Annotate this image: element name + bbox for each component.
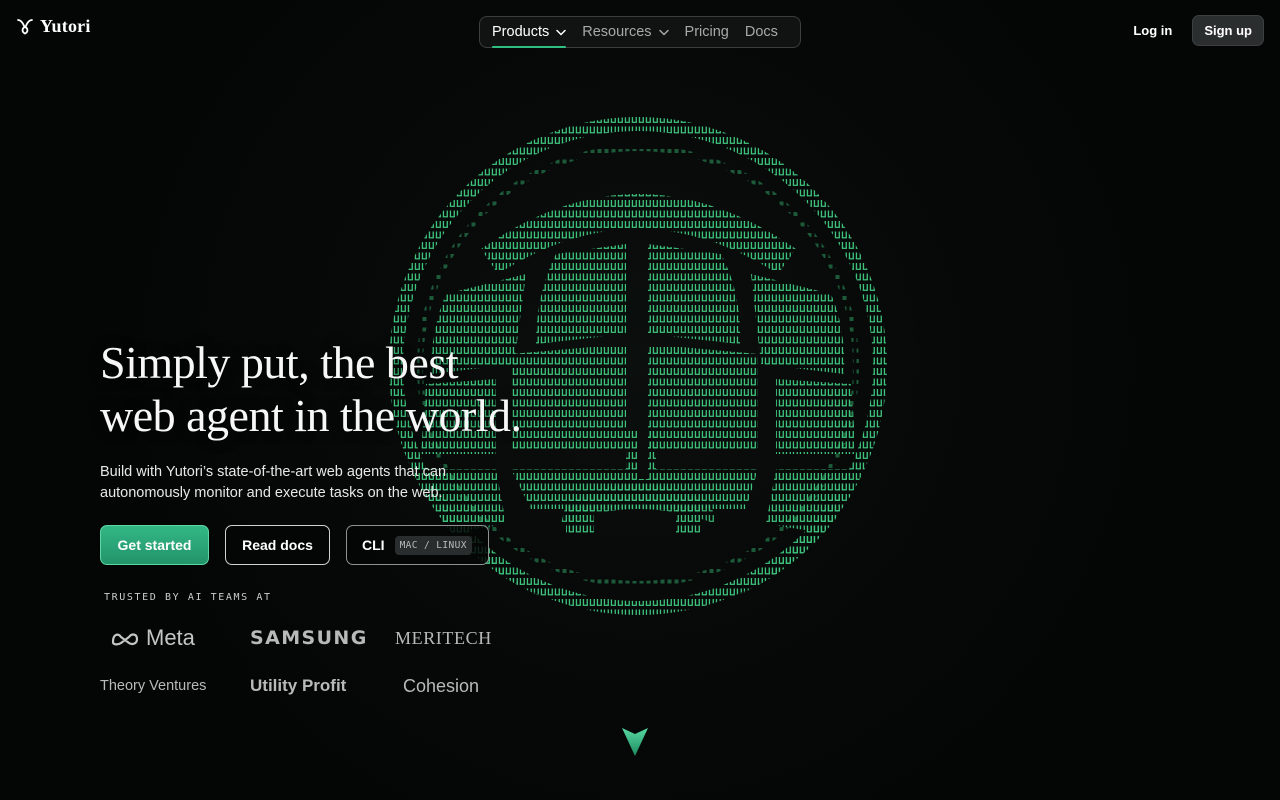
samsung-logo: SAMSUNG [250,627,368,649]
cli-label: CLI [362,537,385,553]
cohesion-logo: Cohesion [403,675,480,696]
nav-item-label: Docs [744,24,778,40]
cli-platform-badge: MAC / LINUX [394,535,472,555]
meta-logo-text: Meta [146,625,195,650]
trusted-heading: TRUSTED BY AI TEAMS AT [104,592,272,603]
utility-profit-logo: Utility Profit [250,676,347,695]
hero-title: Simply put, the best web agent in the wo… [100,336,522,442]
yutori-mark-icon [17,18,33,34]
nav-item-label: Products [492,24,550,40]
nav-item-label: Pricing [684,24,729,40]
login-link[interactable]: Log in [1121,15,1184,46]
customer-logos: Meta SAMSUNG MERITECH Theory Ventures Ut… [100,620,520,716]
get-started-button[interactable]: Get started [100,525,209,565]
nav-item-products[interactable]: Products [484,19,574,48]
nav-item-pricing[interactable]: Pricing [677,19,737,45]
brand-name: Yutori [40,16,91,36]
hero-title-line2: web agent in the world. [100,390,522,441]
brand-logo[interactable]: Yutori [16,16,91,37]
meta-infinity-icon [111,632,139,645]
landing-page: Yutori Products Resources Pricing Docs L… [0,0,1280,800]
hero-title-line1: Simply put, the best [100,337,458,388]
hero-subtitle: Build with Yutori’s state-of-the-art web… [100,464,447,501]
meritech-logo: MERITECH [395,627,492,648]
meta-logo: Meta [100,620,242,656]
nav-item-label: Resources [582,24,652,40]
read-docs-button[interactable]: Read docs [225,525,330,565]
arrow-down-icon[interactable] [620,724,650,758]
theory-ventures-logo: Theory Ventures [100,678,207,694]
cli-button[interactable]: CLI MAC / LINUX [346,525,489,565]
auth-actions: Log in Sign up [1121,15,1264,46]
nav-item-docs[interactable]: Docs [737,19,786,45]
nav-item-resources[interactable]: Resources [574,19,676,45]
chevron-down-icon [556,29,566,36]
chevron-down-icon [658,29,669,36]
cta-row: Get started Read docs CLI MAC / LINUX [100,525,489,565]
main-nav: Products Resources Pricing Docs [479,16,801,48]
signup-button[interactable]: Sign up [1192,15,1264,46]
